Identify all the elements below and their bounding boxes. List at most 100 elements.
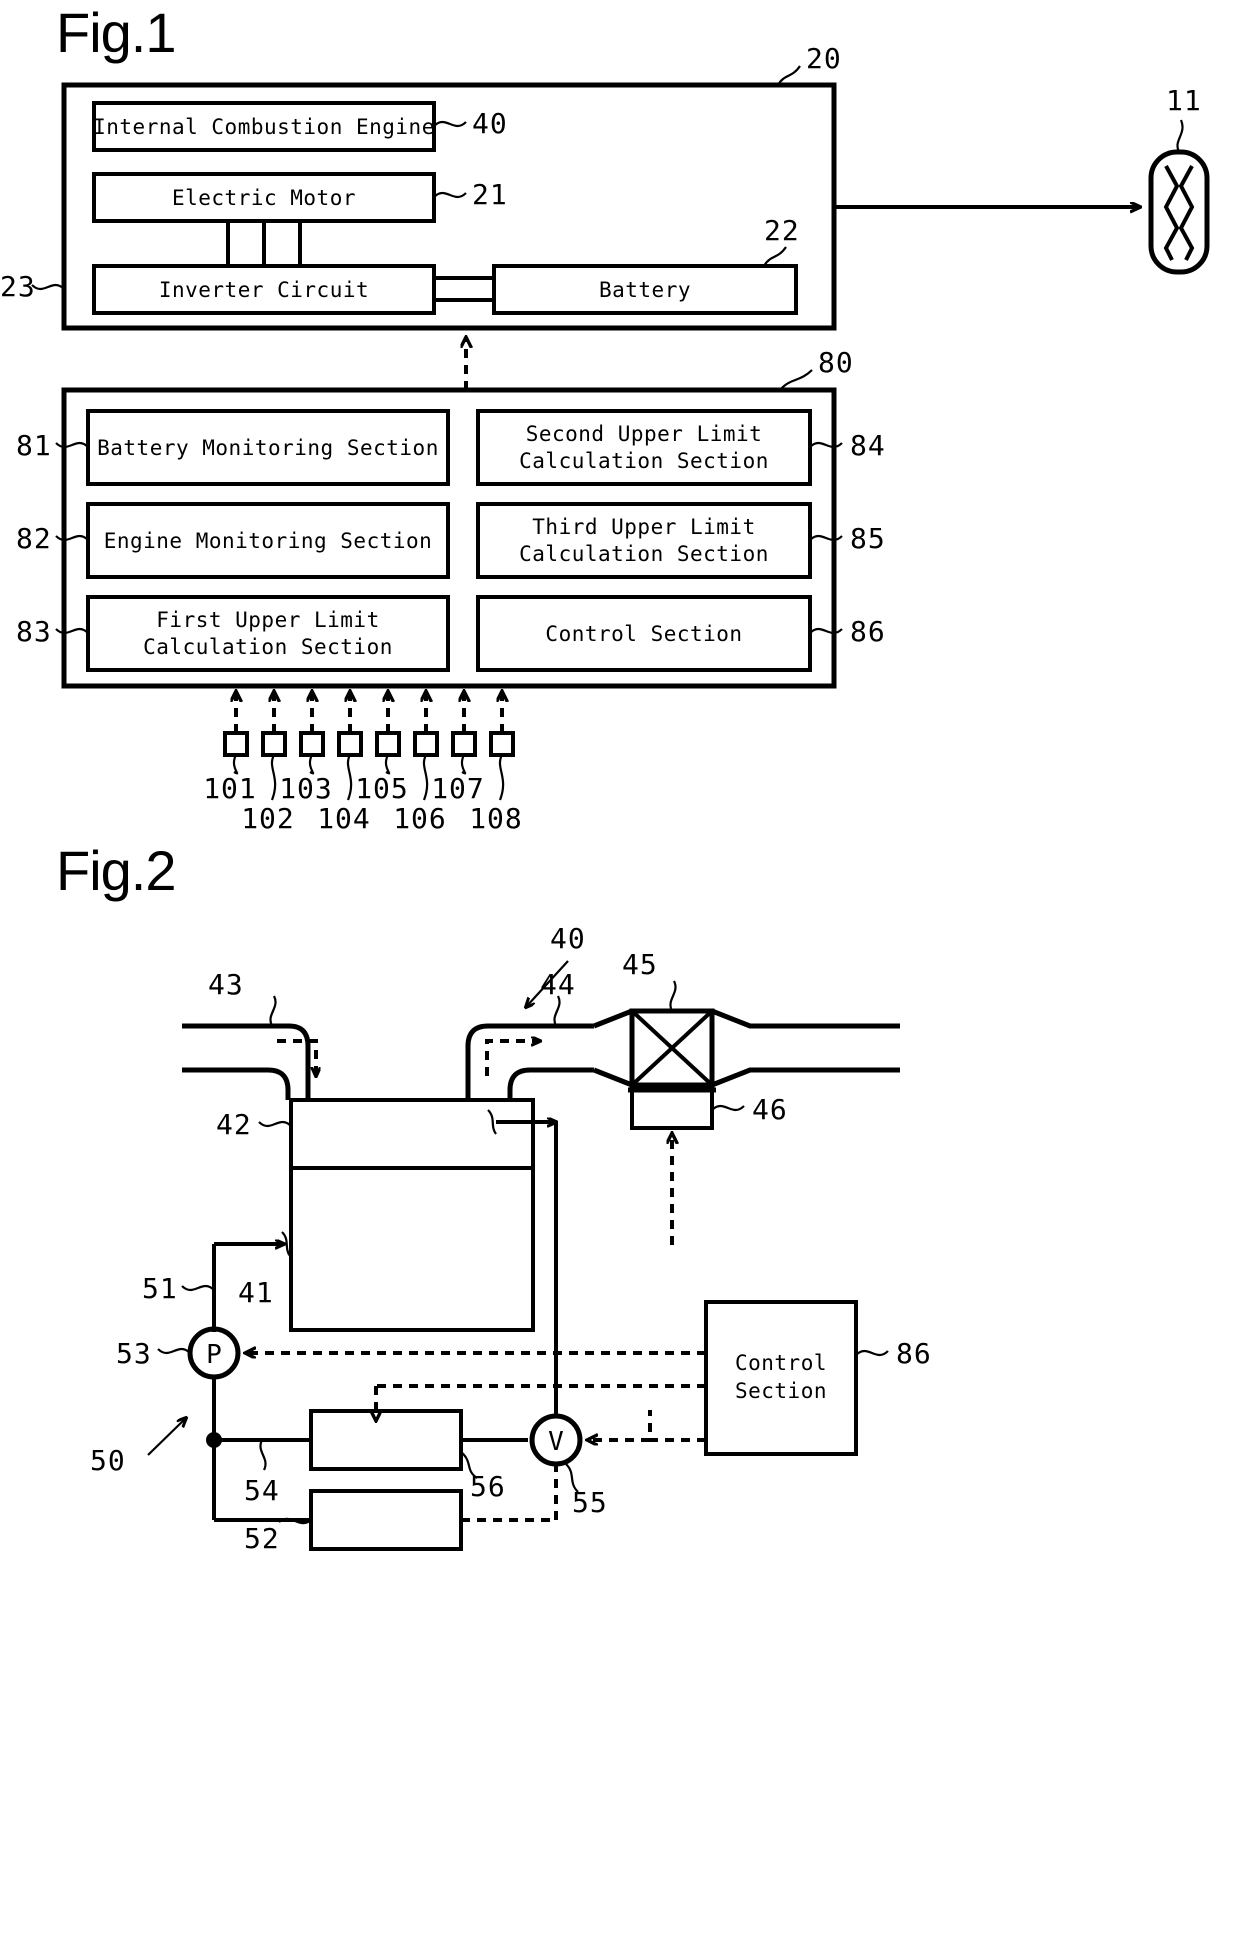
ref-86: 86 (850, 615, 886, 648)
sensor-node (299, 731, 325, 757)
pump-symbol: P (206, 1340, 222, 1370)
engine-body: 42 41 (214, 1098, 556, 1332)
patent-drawing-sheet: Fig.1 40 20 Internal Combustion Engine 4… (0, 0, 1240, 1950)
controller-right-column: Second Upper Limit Calculation Section 8… (476, 409, 886, 672)
block-internal-combustion-engine: Internal Combustion Engine 40 (92, 101, 508, 152)
block-label-control-section: Control Section (545, 622, 742, 646)
figure-1-title: Fig.1 (56, 1, 176, 64)
controller-left-column: Battery Monitoring Section 81 Engine Mon… (16, 409, 450, 672)
valve-symbol: V (548, 1427, 564, 1457)
ref-55: 55 (572, 1486, 608, 1519)
ref-50: 50 (90, 1444, 126, 1477)
block-label-electric-motor: Electric Motor (172, 186, 356, 210)
ref-56: 56 (470, 1470, 506, 1503)
fuel-system: 51 P 53 50 54 56 V 55 52 (90, 1122, 706, 1555)
control-section-label-l1: Control (735, 1351, 827, 1375)
sensor-leader (498, 754, 505, 801)
ref-23: 23 (0, 270, 36, 303)
ref-22: 22 (764, 214, 800, 247)
block-label-third-upper-limit-l2: Calculation Section (519, 542, 769, 566)
block-label-engine: Internal Combustion Engine (93, 115, 435, 139)
leader-22 (763, 246, 787, 267)
dc-link-bus (434, 276, 494, 302)
leader-53 (157, 1347, 191, 1355)
ref-51: 51 (142, 1272, 178, 1305)
leader-42 (258, 1120, 292, 1128)
leader-81 (55, 441, 89, 449)
catalyst-unit: 45 46 (593, 948, 900, 1245)
sensor-node (375, 731, 401, 757)
leader-43 (269, 995, 277, 1027)
sensor-ref-105: 105 (355, 772, 409, 805)
three-phase-bus (226, 221, 302, 266)
block-label-first-upper-limit-l1: First Upper Limit (156, 608, 379, 632)
ref-11: 11 (1166, 84, 1202, 117)
exhaust-pipe: 44 (465, 968, 594, 1100)
leader-40 (433, 120, 467, 128)
sensor-node (489, 731, 515, 757)
leader-20 (777, 65, 801, 86)
sensor-leader (422, 754, 429, 801)
leader-80 (779, 369, 813, 391)
sensor-ref-101: 101 (203, 772, 257, 805)
sensor-ref-107: 107 (431, 772, 485, 805)
ref-80: 80 (818, 346, 854, 379)
ref-21: 21 (472, 178, 508, 211)
ref-82: 82 (16, 522, 52, 555)
leader-85 (809, 534, 843, 542)
block-label-inverter: Inverter Circuit (159, 278, 369, 302)
leader-45 (669, 980, 677, 1012)
sensor-ref-103: 103 (279, 772, 333, 805)
block-label-first-upper-limit-l2: Calculation Section (143, 635, 393, 659)
leader-54 (259, 1439, 267, 1471)
sensor-ref-106: 106 (393, 802, 447, 835)
ref-label-20: 20 (806, 42, 842, 75)
block-label-engine-monitoring: Engine Monitoring Section (104, 529, 433, 553)
sensor-leader (270, 754, 277, 801)
figure-2: Fig.2 43 44 40 45 46 42 41 51 P 53 50 54… (56, 839, 932, 1555)
leader-82 (55, 534, 89, 542)
sensor-node (451, 731, 477, 757)
ref-86-fig2: 86 (896, 1337, 932, 1370)
sensor-leader (384, 754, 391, 775)
ref-42: 42 (216, 1108, 252, 1141)
block-label-battery-monitoring: Battery Monitoring Section (97, 436, 439, 460)
sensor-node (261, 731, 287, 757)
leader-23 (31, 283, 65, 291)
control-section-box: Control Section 86 (704, 1300, 932, 1456)
ref-54: 54 (244, 1474, 280, 1507)
ref-46: 46 (752, 1093, 788, 1126)
drawing-canvas: Fig.1 40 20 Internal Combustion Engine 4… (0, 1, 1210, 1555)
sensor-ref-104: 104 (317, 802, 371, 835)
sensor-node (413, 731, 439, 757)
ref-45: 45 (622, 948, 658, 981)
sensor-input-group: 101 103 105 107 102 104 106 108 (203, 692, 523, 835)
engine-outlet-curl (487, 1109, 497, 1135)
ref-40-fig2: 40 (550, 922, 586, 955)
leader-46 (711, 1104, 745, 1112)
ref-52: 52 (244, 1522, 280, 1555)
block-label-second-upper-limit-l2: Calculation Section (519, 449, 769, 473)
sensor-ref-102: 102 (241, 802, 295, 835)
ref-81: 81 (16, 429, 52, 462)
block-label-battery: Battery (599, 278, 691, 302)
block-battery: Battery 22 (492, 214, 800, 315)
ref-41: 41 (238, 1276, 274, 1309)
leader-51 (181, 1284, 215, 1292)
block-label-third-upper-limit-l1: Third Upper Limit (532, 515, 755, 539)
sensor-leader (460, 754, 467, 775)
block-electric-motor: Electric Motor 21 (92, 172, 508, 223)
sensor-node (223, 731, 249, 757)
ref-84: 84 (850, 429, 886, 462)
ref-43: 43 (208, 968, 244, 1001)
sensor-ref-108: 108 (469, 802, 523, 835)
figure-2-title: Fig.2 (56, 839, 176, 902)
wheel-tire: 11 (1148, 84, 1210, 275)
sensor-leader (346, 754, 353, 801)
block-label-second-upper-limit-l1: Second Upper Limit (526, 422, 763, 446)
ref-40: 40 (472, 107, 508, 140)
figure-1: Fig.1 40 20 Internal Combustion Engine 4… (0, 1, 1210, 835)
sensor-leader (232, 754, 239, 775)
control-to-valve-seg (648, 1410, 706, 1442)
leader-83 (55, 627, 89, 635)
